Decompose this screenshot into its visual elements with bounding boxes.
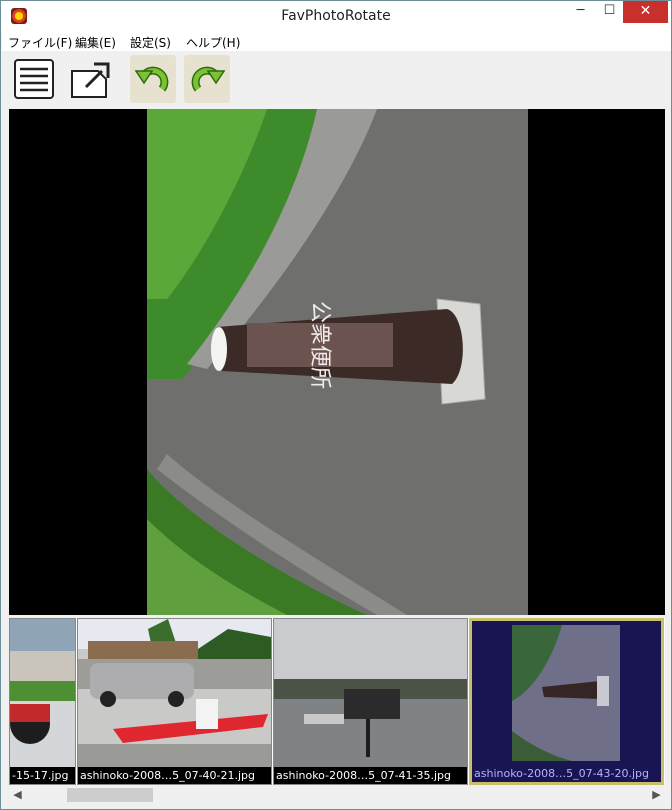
menu-file[interactable]: ファイル(F): [8, 34, 72, 51]
thumbnail-image: [472, 621, 661, 765]
thumbnail-caption: ashinoko-2008…5_07-40-21.jpg: [80, 769, 256, 782]
menu-bar: ファイル(F) 編集(E) 設定(S) ヘルプ(H): [2, 31, 671, 51]
maximize-button[interactable]: ☐: [595, 1, 624, 23]
thumbnail-caption: ashinoko-2008…5_07-43-20.jpg: [472, 765, 661, 782]
scrollbar-thumb[interactable]: [67, 788, 153, 802]
rotate-right-icon: [191, 66, 226, 92]
menu-edit[interactable]: 編集(E): [75, 34, 116, 51]
thumbnail-image: [274, 619, 467, 767]
title-bar[interactable]: FavPhotoRotate ─ ☐ ✕: [1, 1, 671, 31]
export-icon: [71, 62, 110, 98]
photo-viewer[interactable]: 公衆便所: [9, 109, 665, 615]
thumbnail-caption: -15-17.jpg: [12, 769, 69, 782]
list-icon: [14, 59, 54, 99]
thumbnail-item-selected[interactable]: ashinoko-2008…5_07-43-20.jpg: [469, 618, 664, 785]
main-photo: 公衆便所: [147, 109, 528, 615]
thumbnail-caption: ashinoko-2008…5_07-41-35.jpg: [276, 769, 452, 782]
thumbnail-item[interactable]: -15-17.jpg: [9, 618, 76, 785]
scroll-left-arrow-icon[interactable]: ◀: [9, 786, 26, 804]
app-window: FavPhotoRotate ─ ☐ ✕ ファイル(F) 編集(E) 設定(S)…: [0, 0, 672, 810]
list-button[interactable]: [11, 55, 57, 103]
scroll-right-arrow-icon[interactable]: ▶: [648, 786, 665, 804]
rotate-left-icon: [134, 66, 169, 92]
horizontal-scrollbar[interactable]: ◀ ▶: [9, 786, 665, 804]
thumbnail-item[interactable]: ashinoko-2008…5_07-41-35.jpg: [273, 618, 468, 785]
export-button[interactable]: [68, 55, 114, 103]
thumbnail-image: [10, 619, 75, 767]
rotate-left-button[interactable]: [130, 55, 176, 103]
rotate-right-button[interactable]: [184, 55, 230, 103]
menu-help[interactable]: ヘルプ(H): [186, 34, 240, 51]
menu-settings[interactable]: 設定(S): [130, 34, 171, 51]
sign-text: 公衆便所: [307, 301, 332, 389]
thumbnail-strip: -15-17.jpg ashinoko-2008…5_07-40-21.jpg: [9, 618, 665, 785]
minimize-button[interactable]: ─: [566, 1, 595, 23]
toolbar: [2, 51, 671, 109]
thumbnail-item[interactable]: ashinoko-2008…5_07-40-21.jpg: [77, 618, 272, 785]
close-button[interactable]: ✕: [623, 1, 668, 23]
thumbnail-image: [78, 619, 271, 767]
